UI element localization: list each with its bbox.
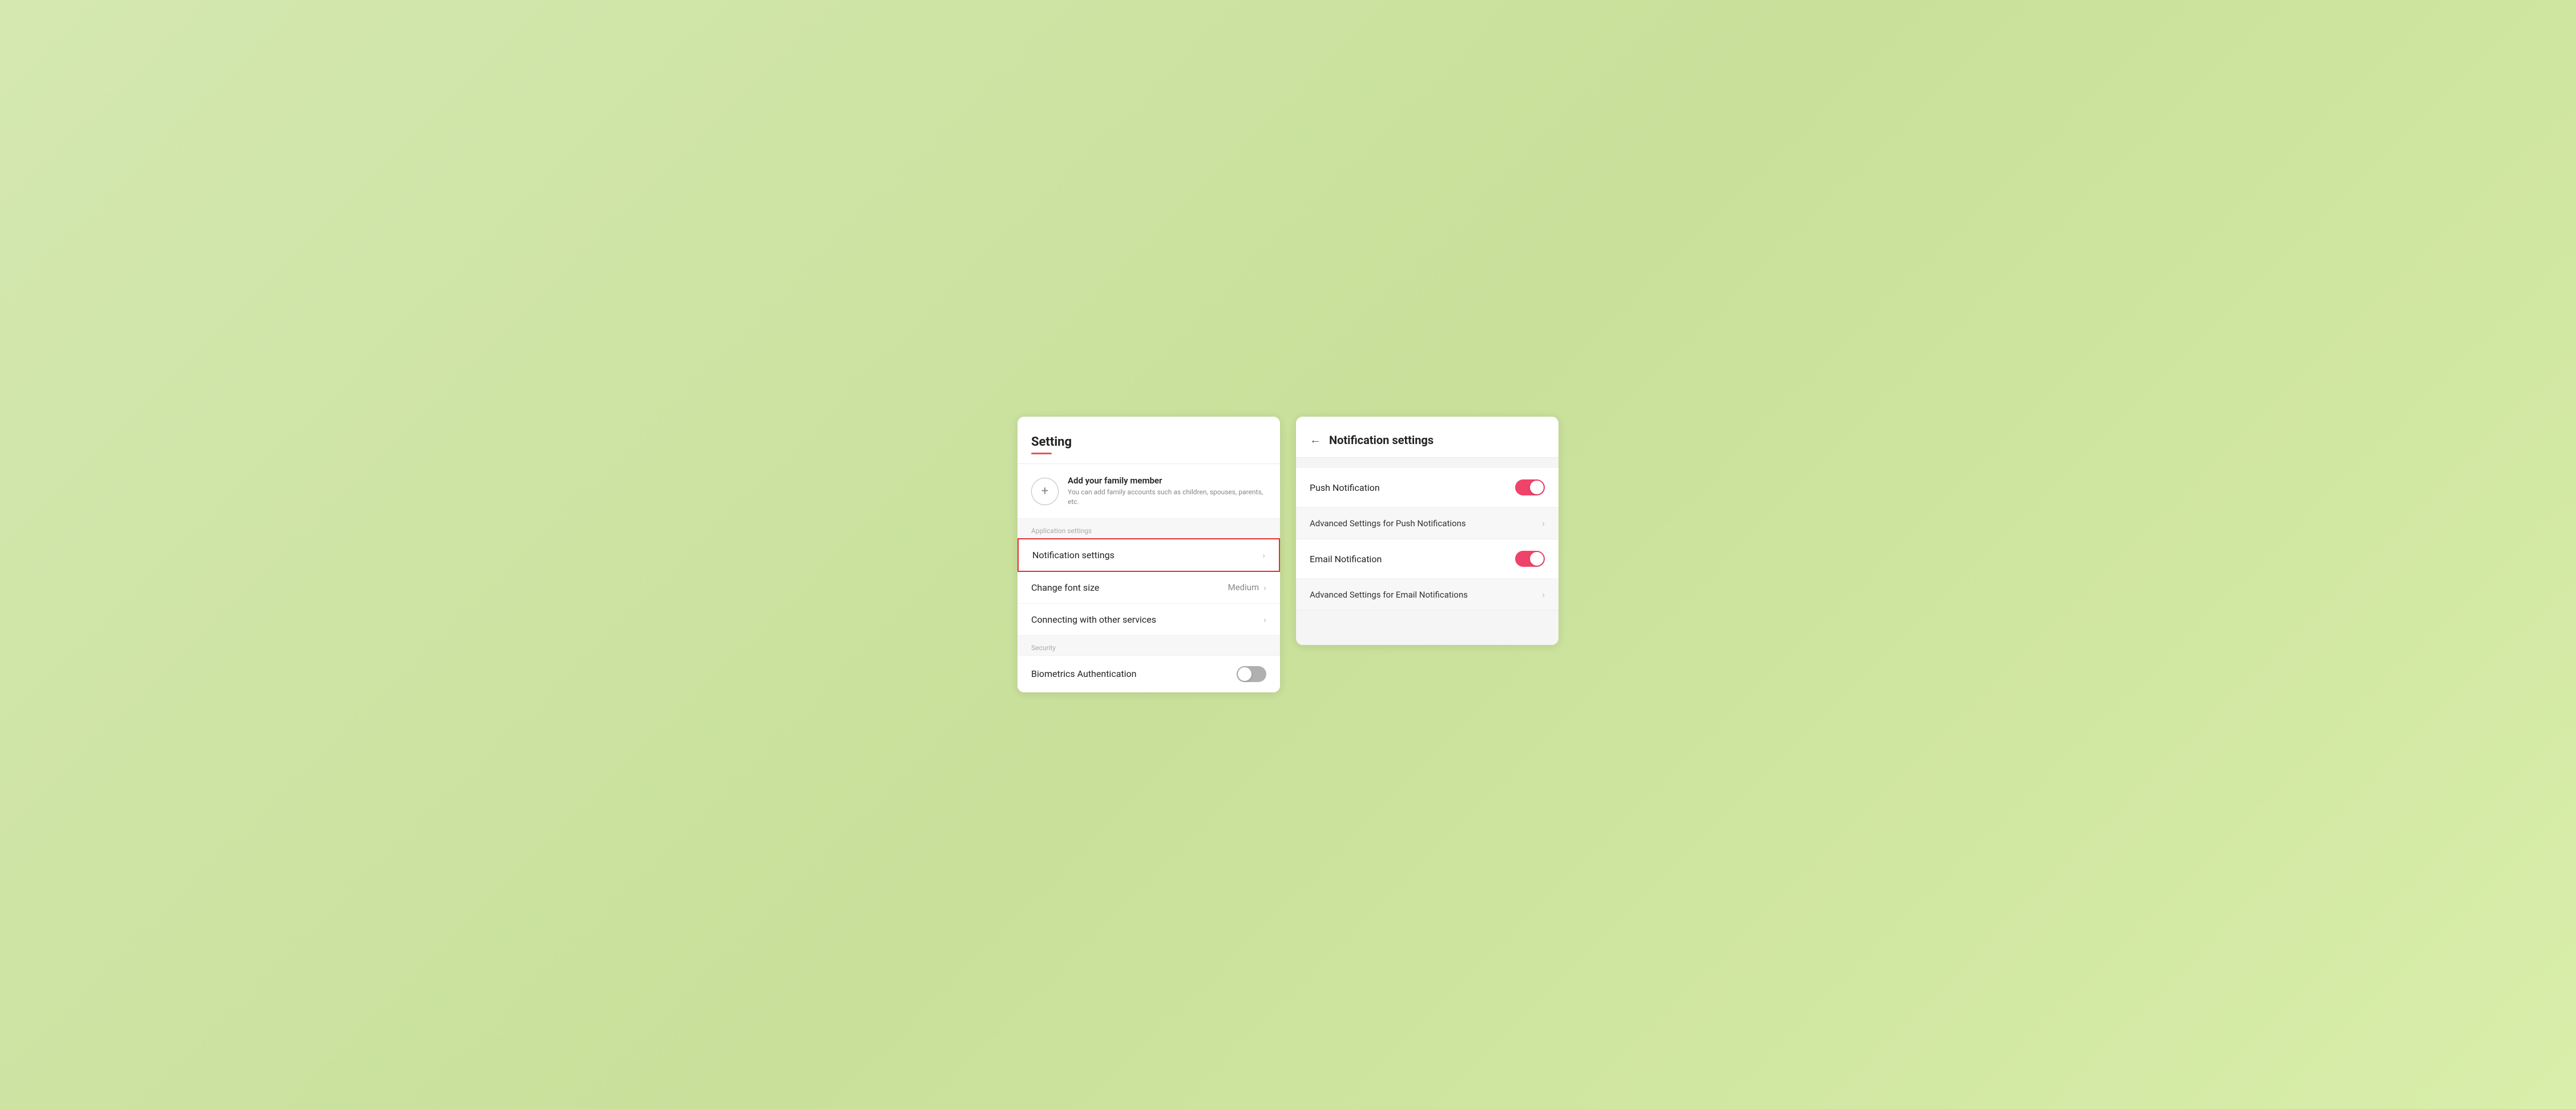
advanced-email-settings-label: Advanced Settings for Email Notification… <box>1310 590 1468 600</box>
advanced-email-settings-item[interactable]: Advanced Settings for Email Notification… <box>1296 579 1558 611</box>
panels-container: Setting + Add your family member You can… <box>1018 417 1558 692</box>
family-subtitle: You can add family accounts such as chil… <box>1068 487 1266 507</box>
push-notification-label: Push Notification <box>1310 482 1380 493</box>
security-section: Security Biometrics Authentication <box>1018 636 1280 692</box>
left-panel-title: Setting <box>1031 435 1266 449</box>
biometrics-toggle-knob <box>1238 667 1251 681</box>
notification-settings-right: › <box>1262 550 1265 560</box>
change-font-size-item[interactable]: Change font size Medium › <box>1018 572 1280 604</box>
title-underline <box>1031 453 1052 454</box>
family-text: Add your family member You can add famil… <box>1068 475 1266 507</box>
push-notification-knob <box>1530 481 1544 494</box>
email-notification-label: Email Notification <box>1310 554 1382 564</box>
right-panel-title: Notification settings <box>1329 433 1434 447</box>
font-size-value: Medium <box>1228 582 1259 592</box>
family-section[interactable]: + Add your family member You can add fam… <box>1018 464 1280 519</box>
connecting-services-chevron-icon: › <box>1263 614 1266 625</box>
notification-chevron-icon: › <box>1262 550 1265 560</box>
connecting-services-label: Connecting with other services <box>1031 614 1156 625</box>
email-notification-knob <box>1530 552 1544 566</box>
notification-settings-label: Notification settings <box>1032 550 1115 560</box>
push-notification-toggle[interactable] <box>1515 479 1545 495</box>
left-panel-header: Setting <box>1018 417 1280 464</box>
top-spacer <box>1296 458 1558 468</box>
right-panel-header: ← Notification settings <box>1296 417 1558 458</box>
back-button[interactable]: ← <box>1310 433 1321 447</box>
advanced-push-chevron-icon: › <box>1542 518 1545 529</box>
advanced-email-chevron-icon: › <box>1542 589 1545 600</box>
right-panel: ← Notification settings Push Notificatio… <box>1296 417 1558 645</box>
biometrics-toggle[interactable] <box>1237 666 1266 682</box>
advanced-push-settings-label: Advanced Settings for Push Notifications <box>1310 518 1466 529</box>
biometrics-item[interactable]: Biometrics Authentication <box>1018 655 1280 692</box>
email-notification-item: Email Notification <box>1296 539 1558 579</box>
bottom-spacer <box>1296 611 1558 645</box>
left-panel: Setting + Add your family member You can… <box>1018 417 1280 692</box>
advanced-push-settings-item[interactable]: Advanced Settings for Push Notifications… <box>1296 507 1558 539</box>
settings-list: Notification settings › Change font size… <box>1018 538 1280 636</box>
notification-settings-item[interactable]: Notification settings › <box>1018 538 1280 572</box>
biometrics-label: Biometrics Authentication <box>1031 668 1136 679</box>
plus-icon: + <box>1041 485 1048 498</box>
email-notification-toggle[interactable] <box>1515 551 1545 567</box>
change-font-size-label: Change font size <box>1031 582 1099 593</box>
font-size-chevron-icon: › <box>1263 582 1266 593</box>
app-settings-label: Application settings <box>1018 519 1280 538</box>
add-family-button[interactable]: + <box>1031 478 1059 505</box>
security-label: Security <box>1018 636 1280 655</box>
family-title: Add your family member <box>1068 475 1266 486</box>
push-notification-item: Push Notification <box>1296 468 1558 507</box>
font-size-right: Medium › <box>1228 582 1266 593</box>
connecting-services-right: › <box>1263 614 1266 625</box>
connecting-services-item[interactable]: Connecting with other services › <box>1018 604 1280 636</box>
